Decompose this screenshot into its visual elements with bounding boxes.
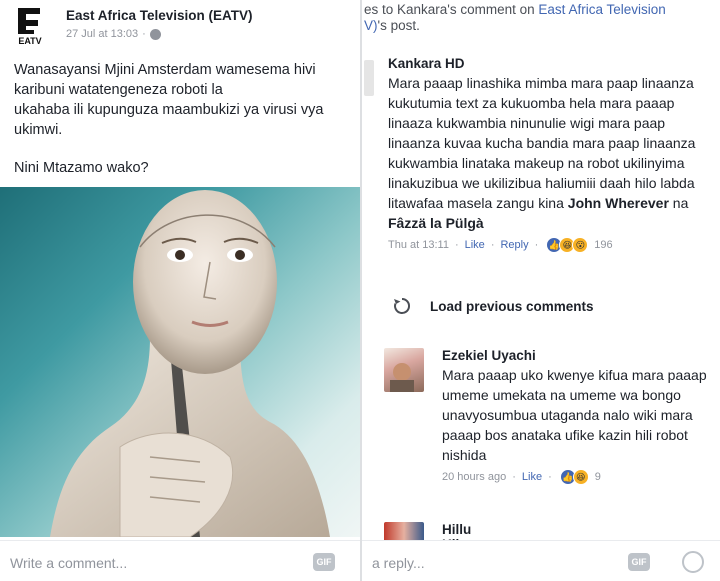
post-line: ukimwi. xyxy=(14,122,63,138)
post-time: 27 Jul at 13:03 · xyxy=(66,28,253,40)
reaction-count: 196 xyxy=(594,239,613,251)
globe-icon xyxy=(149,28,161,40)
gif-button[interactable]: GIF xyxy=(313,553,335,571)
post-image[interactable] xyxy=(0,187,360,537)
comment-meta: 20 hours ago · Like · 👍 😆 9 xyxy=(442,469,714,485)
reactions[interactable]: 👍 😆 😮 196 xyxy=(546,237,613,253)
reply-input[interactable]: a reply... xyxy=(372,555,425,571)
wow-reaction-icon: 😮 xyxy=(572,237,589,253)
post-header: EATV East Africa Television (EATV) 27 Ju… xyxy=(12,6,253,46)
comments-panel: es to Kankara's comment on East Africa T… xyxy=(362,0,720,581)
like-button[interactable]: Like xyxy=(465,239,485,251)
emoji-icon[interactable] xyxy=(682,551,704,573)
separator: · xyxy=(534,239,539,251)
reply-button[interactable]: Reply xyxy=(500,239,528,251)
mention-joiner: na xyxy=(668,195,689,211)
refresh-icon xyxy=(394,297,411,314)
comment-author[interactable]: Kankara HD xyxy=(388,56,718,71)
comment-time[interactable]: Thu at 13:11 xyxy=(388,239,449,251)
separator: · xyxy=(490,239,495,251)
page-logo[interactable]: EATV xyxy=(12,6,48,46)
reply-ref-prefix: es to Kankara's comment on xyxy=(364,2,539,17)
separator: · xyxy=(548,471,552,483)
like-button[interactable]: Like xyxy=(522,471,542,483)
avatar[interactable] xyxy=(384,348,424,392)
comment-meta: Thu at 13:11 · Like · Reply · 👍 😆 😮 196 xyxy=(388,237,718,253)
page-link[interactable]: East Africa Television xyxy=(538,2,665,17)
comment-text: Mara paaap linashika mimba mara paap lin… xyxy=(388,73,718,233)
logo-text: EATV xyxy=(18,36,41,46)
avatar[interactable] xyxy=(364,60,374,96)
reactions[interactable]: 👍 😆 9 xyxy=(559,469,601,485)
comment-author[interactable]: Ezekiel Uyachi xyxy=(442,348,714,363)
page-name[interactable]: East Africa Television (EATV) xyxy=(66,8,253,23)
page-link-cont[interactable]: V) xyxy=(364,18,378,33)
separator: · xyxy=(512,471,516,483)
reply-composer: a reply... GIF xyxy=(362,540,720,581)
separator: · xyxy=(454,239,459,251)
mention-link[interactable]: John Wherever xyxy=(568,195,669,211)
mention-link[interactable]: Fâzzä la Pülgà xyxy=(388,215,484,231)
gif-button[interactable]: GIF xyxy=(628,553,650,571)
load-previous-comments[interactable]: Load previous comments xyxy=(392,296,594,316)
comment-body: Mara paaap linashika mimba mara paap lin… xyxy=(388,75,696,211)
comment-input[interactable]: Write a comment... xyxy=(10,555,127,571)
comment-composer: Write a comment... GIF xyxy=(0,540,360,581)
post-panel: EATV East Africa Television (EATV) 27 Ju… xyxy=(0,0,360,581)
separator: · xyxy=(142,28,146,40)
post-line: ukahaba ili kupunguza maambukizi ya viru… xyxy=(14,102,324,118)
reply-ref-suffix: 's post. xyxy=(377,18,420,33)
post-question: Nini Mtazamo wako? xyxy=(14,160,149,176)
comment-text: Mara paaap uko kwenye kifua mara paaap u… xyxy=(442,367,707,463)
post-line: Wanasayansi Mjini Amsterdam wamesema hiv… xyxy=(14,62,316,78)
reaction-count: 9 xyxy=(594,471,601,483)
load-previous-label[interactable]: Load previous comments xyxy=(430,299,594,314)
avatar[interactable] xyxy=(384,522,424,542)
post-text: Wanasayansi Mjini Amsterdam wamesema hiv… xyxy=(14,60,354,140)
post-line: karibuni watatengeneza roboti la xyxy=(14,82,223,98)
comment-time[interactable]: 20 hours ago xyxy=(442,471,506,483)
post-timestamp[interactable]: 27 Jul at 13:03 xyxy=(66,28,138,40)
haha-reaction-icon: 😆 xyxy=(572,469,589,485)
reply-reference: es to Kankara's comment on East Africa T… xyxy=(364,2,714,34)
